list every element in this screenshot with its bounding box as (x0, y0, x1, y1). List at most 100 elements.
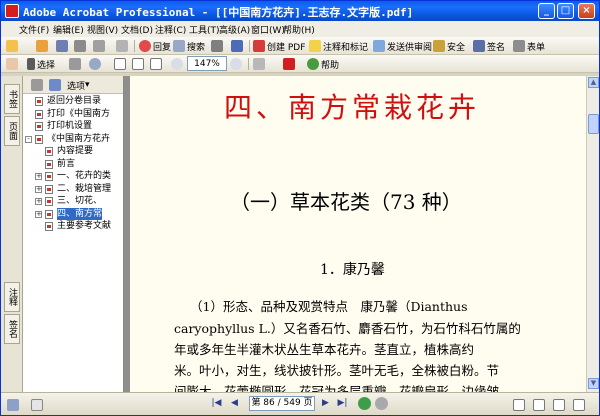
zoom-input[interactable]: 147% (187, 56, 227, 71)
subsection-title: 1．康乃馨 (320, 262, 385, 278)
rotate-button[interactable] (253, 57, 267, 71)
last-page-button[interactable]: ▶| (337, 398, 348, 409)
next-view-button[interactable] (375, 397, 388, 410)
close-button[interactable]: × (578, 3, 595, 19)
menu-tools[interactable]: 工具(T) (189, 23, 220, 36)
expand-toggle[interactable]: + (35, 210, 42, 218)
scroll-up-arrow[interactable]: ▲ (588, 77, 599, 88)
bookmark-item[interactable]: 内容提要 (23, 145, 123, 158)
zoom-in-button[interactable] (230, 57, 244, 71)
menu-comments[interactable]: 注释(C) (155, 23, 186, 36)
actual-size-button[interactable] (114, 57, 128, 71)
tab-comments[interactable]: 注释 (4, 282, 20, 312)
list-button[interactable] (231, 39, 245, 53)
open-button[interactable] (6, 39, 20, 53)
export-button[interactable] (211, 39, 225, 53)
bookmark-item[interactable]: + 二、栽培管理 (23, 183, 123, 196)
bookmark-item[interactable]: 返回分卷目录 (23, 95, 123, 108)
page-number-field[interactable]: 第 86 / 549 页 (249, 396, 315, 411)
scroll-thumb[interactable] (588, 114, 599, 134)
previous-view-button[interactable] (358, 397, 371, 410)
forms-button[interactable]: 表单 (513, 39, 545, 53)
menu-help[interactable]: 帮助(H) (283, 23, 315, 36)
bookmark-options-button[interactable]: 选项 ▾ (67, 78, 90, 92)
menu-view[interactable]: 视图(V) (87, 23, 118, 36)
secure-button[interactable]: 安全 (433, 39, 465, 53)
zoom-tool-button[interactable] (89, 57, 103, 71)
bookmark-item[interactable]: + 三、切花、 (23, 195, 123, 208)
fit-width-button[interactable] (150, 57, 164, 71)
bookmark-item[interactable]: 打印机设置 (23, 120, 123, 133)
tab-pages[interactable]: 页面 (4, 116, 20, 146)
minimize-button[interactable]: _ (538, 3, 555, 19)
first-page-button[interactable]: |◀ (211, 398, 222, 409)
secure-label: 安全 (447, 42, 466, 53)
collapse-toggle[interactable]: - (25, 135, 32, 143)
previous-page-button[interactable]: ◀ (229, 398, 240, 409)
yahoo-button[interactable] (283, 57, 297, 71)
expand-toggle[interactable]: + (35, 185, 42, 193)
save-icon (56, 40, 68, 52)
sign-button[interactable]: 签名 (473, 39, 505, 53)
menu-file[interactable]: 文件(F) (19, 23, 49, 36)
create-pdf-button[interactable]: 创建 PDF (253, 39, 305, 53)
scroll-down-arrow[interactable]: ▼ (588, 378, 599, 389)
secondary-toolbar: 选择 147% 帮助 (1, 55, 599, 73)
body-text-line: 间膨大 花蕾椭圆形 花冠为多层重瓣 花瓣扇形 边缘皱 (174, 384, 500, 392)
save-button[interactable] (56, 39, 70, 53)
bookmark-item[interactable]: 前言 (23, 158, 123, 171)
bookmark-item-selected[interactable]: + 四、南方常 (23, 207, 123, 220)
help-label: 帮助 (321, 60, 340, 71)
print-button[interactable] (74, 39, 88, 53)
menu-edit[interactable]: 编辑(E) (53, 23, 84, 36)
maximize-button[interactable]: □ (557, 3, 574, 19)
review-circle-button[interactable]: 回复 (139, 39, 171, 53)
bookmark-item[interactable]: 打印《中国南方 (23, 108, 123, 121)
vertical-scrollbar[interactable]: ▲ ▼ (586, 76, 599, 392)
continuous-icon (533, 399, 545, 411)
tab-signatures[interactable]: 签名 (4, 314, 20, 344)
menu-advanced[interactable]: 高级(A) (219, 23, 250, 36)
help-button[interactable]: 帮助 (307, 57, 339, 71)
bookmark-item[interactable]: + 一、花卉的类 (23, 170, 123, 183)
document-area[interactable]: 四、南方常栽花卉 （一）草本花类（73 种） 1．康乃馨 （1）形态、品种及观赏… (124, 76, 586, 392)
page-layout-button[interactable] (31, 398, 45, 412)
bookmark-item[interactable]: - 《中国南方花卉 (23, 133, 123, 146)
trash-icon (31, 79, 43, 91)
send-review-button[interactable]: 发送供审阅 (373, 39, 432, 53)
continuous-button[interactable] (533, 398, 547, 412)
actual-size-icon (114, 58, 126, 70)
zoom-out-button[interactable] (171, 57, 185, 71)
email-button[interactable] (93, 39, 107, 53)
delete-bookmark-button[interactable] (31, 78, 45, 92)
select-tool-button[interactable]: 选择 (27, 57, 55, 71)
menu-window[interactable]: 窗口(W) (251, 23, 285, 36)
fit-page-button[interactable] (132, 57, 146, 71)
facing-button[interactable] (553, 398, 567, 412)
select-label: 选择 (37, 60, 56, 71)
bookmark-label: 前言 (57, 158, 76, 169)
tab-bookmarks[interactable]: 书签 (4, 84, 20, 114)
new-bookmark-button[interactable] (49, 78, 63, 92)
fit-page-icon (132, 58, 144, 70)
layout-icon (7, 399, 19, 411)
bookmark-label: 返回分卷目录 (47, 96, 102, 106)
menu-document[interactable]: 文档(D) (121, 23, 153, 36)
single-page-button[interactable] (513, 398, 527, 412)
bookmark-page-icon (45, 147, 53, 156)
next-page-button[interactable]: ▶ (320, 398, 331, 409)
comment-markup-button[interactable]: 注释和标记 (309, 39, 368, 53)
single-page-icon (513, 399, 525, 411)
continuous-facing-button[interactable] (573, 398, 587, 412)
snapshot-button[interactable] (69, 57, 83, 71)
bookmark-item[interactable]: 主要参考文献 (23, 220, 123, 233)
layout-button[interactable] (7, 398, 21, 412)
expand-toggle[interactable]: + (35, 173, 42, 180)
pdf-page[interactable]: 四、南方常栽花卉 （一）草本花类（73 种） 1．康乃馨 （1）形态、品种及观赏… (130, 76, 586, 392)
create-button[interactable] (36, 39, 50, 53)
bookmark-page-icon (45, 172, 53, 181)
expand-toggle[interactable]: + (35, 198, 42, 205)
attach-button[interactable] (116, 39, 130, 53)
search-button[interactable]: 搜索 (173, 39, 205, 53)
hand-tool-button[interactable] (6, 57, 20, 71)
